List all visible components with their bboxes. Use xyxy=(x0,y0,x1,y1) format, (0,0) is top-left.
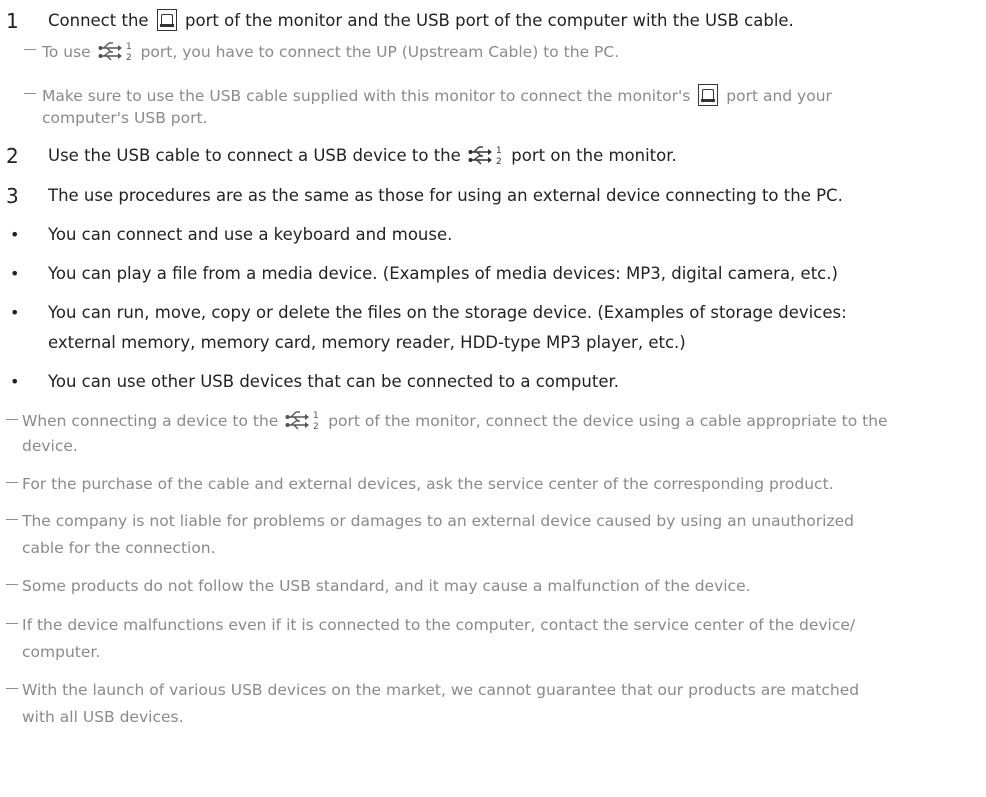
usb-upstream-port-icon xyxy=(698,83,719,106)
note-text: Some products do not follow the USB stan… xyxy=(22,577,751,595)
bullet-dot: • xyxy=(10,303,20,322)
note-text-line-2: computer's USB port. xyxy=(42,109,208,127)
note-text-line-2: with all USB devices. xyxy=(22,708,184,726)
usb-port-sub-1: 1 xyxy=(496,146,502,156)
usb-port-sub-1: 1 xyxy=(126,42,132,52)
note-text: For the purchase of the cable and extern… xyxy=(22,475,834,493)
note-dash xyxy=(6,584,18,585)
note-dash xyxy=(24,49,36,50)
usb-port-sub-1: 1 xyxy=(313,411,319,421)
usb-port-sub-2: 2 xyxy=(126,53,132,62)
step-number: 2 xyxy=(6,144,19,168)
note-text-after: port, you have to connect the UP (Upstre… xyxy=(140,43,620,61)
bullet-dot: • xyxy=(10,372,20,391)
note-dash xyxy=(6,519,18,520)
step-number: 1 xyxy=(6,9,19,33)
step-text-after: port of the monitor and the USB port of … xyxy=(185,11,794,30)
note-text: The company is not liable for problems o… xyxy=(22,512,854,530)
step-text: Connect the port of the monitor and the … xyxy=(48,8,794,33)
note-dash xyxy=(24,93,36,94)
step-text-before: Connect the xyxy=(48,11,149,30)
note-text-after: port and your xyxy=(726,87,832,105)
usb-downstream-port-icon: 1 2 xyxy=(468,144,504,166)
note-dash xyxy=(6,482,18,483)
step-number: 3 xyxy=(6,184,19,208)
note-text-before: When connecting a device to the xyxy=(22,412,279,430)
note-dash xyxy=(6,623,18,624)
note-text: When connecting a device to the 1 2 port… xyxy=(22,408,888,434)
bullet-dot: • xyxy=(10,225,20,244)
step-text-before: Use the USB cable to connect a USB devic… xyxy=(48,146,461,165)
bullet-text: You can use other USB devices that can b… xyxy=(48,372,619,391)
note-text: Make sure to use the USB cable supplied … xyxy=(42,83,832,109)
bullet-text-line-2: external memory, memory card, memory rea… xyxy=(48,333,686,352)
note-text-line-2: cable for the connection. xyxy=(22,539,216,557)
note-text-before: To use xyxy=(42,43,91,61)
usb-port-sub-2: 2 xyxy=(313,422,319,431)
note-dash xyxy=(6,419,18,420)
bullet-text: You can run, move, copy or delete the fi… xyxy=(48,303,847,322)
usb-upstream-port-icon xyxy=(156,8,177,31)
note-text: With the launch of various USB devices o… xyxy=(22,681,860,699)
step-text: The use procedures are as the same as th… xyxy=(48,186,843,205)
note-dash xyxy=(6,688,18,689)
manual-page: 1 Connect the port of the monitor and th… xyxy=(0,0,986,797)
bullet-text: You can play a file from a media device.… xyxy=(48,264,838,283)
note-text: If the device malfunctions even if it is… xyxy=(22,616,856,634)
bullet-text: You can connect and use a keyboard and m… xyxy=(48,225,453,244)
usb-downstream-port-icon: 1 2 xyxy=(285,409,321,431)
note-text-after: port of the monitor, connect the device … xyxy=(328,412,888,430)
note-text-line-2: device. xyxy=(22,437,78,455)
bullet-dot: • xyxy=(10,264,20,283)
step-text-after: port on the monitor. xyxy=(511,146,677,165)
usb-downstream-port-icon: 1 2 xyxy=(98,40,134,62)
usb-port-sub-2: 2 xyxy=(496,157,502,166)
note-text: To use 1 2 port, you have to connect the… xyxy=(42,39,619,65)
step-text: Use the USB cable to connect a USB devic… xyxy=(48,144,677,168)
note-text-before: Make sure to use the USB cable supplied … xyxy=(42,87,691,105)
note-text-line-2: computer. xyxy=(22,643,101,661)
